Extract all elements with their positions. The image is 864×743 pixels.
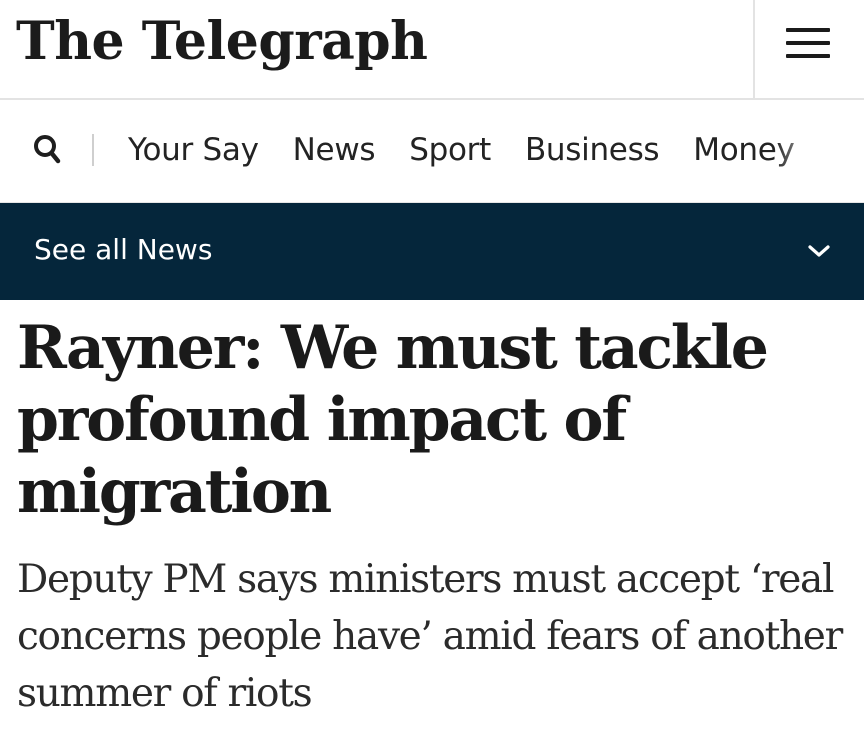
search-icon[interactable] (30, 132, 70, 172)
section-dropdown-label: See all News (34, 233, 213, 266)
nav-item-money[interactable]: Money (693, 126, 795, 174)
nav-item-business[interactable]: Business (525, 126, 660, 174)
site-logo[interactable]: The Telegraph (16, 4, 428, 80)
nav-item-news[interactable]: News (293, 126, 376, 174)
nav-items: Your Say News Sport Business Money (128, 126, 829, 174)
header-divider (753, 0, 755, 100)
article-standfirst: Deputy PM says ministers must accept ‘re… (17, 557, 843, 716)
nav-item-sport[interactable]: Sport (409, 126, 491, 174)
see-all-news-dropdown[interactable]: See all News (0, 203, 864, 300)
section-nav: Your Say News Sport Business Money (0, 100, 864, 203)
chevron-down-icon (807, 243, 831, 259)
site-header: The Telegraph (0, 0, 864, 100)
article-headline: Rayner: We must tackle profound impact o… (17, 313, 769, 527)
nav-item-your-say[interactable]: Your Say (128, 126, 259, 174)
nav-divider (92, 134, 94, 166)
hamburger-menu-icon[interactable] (786, 26, 832, 62)
